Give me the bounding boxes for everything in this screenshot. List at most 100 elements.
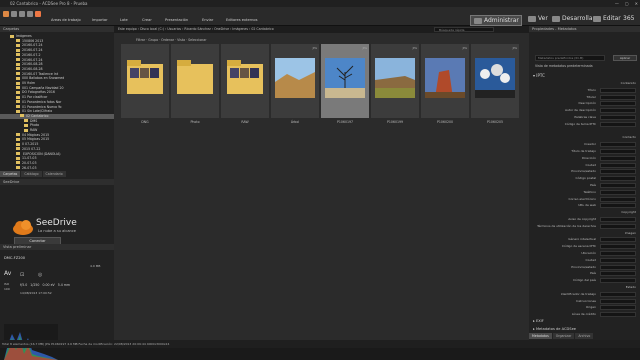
record-icon[interactable] xyxy=(35,11,41,17)
metadata-field-input[interactable] xyxy=(600,305,636,311)
metadata-field-input[interactable] xyxy=(600,271,636,277)
file-type-badge: JPG xyxy=(312,47,317,50)
menu-presentacion[interactable]: Presentación xyxy=(165,18,188,22)
thumbnail-item[interactable]: JPG Árbol xyxy=(271,44,319,132)
metadata-field-input[interactable] xyxy=(600,176,636,182)
thumbnail-cell: JPG xyxy=(471,44,519,118)
metadata-field-input[interactable] xyxy=(600,101,636,107)
menu-editores[interactable]: Editores externos xyxy=(226,18,257,22)
metadata-field-input[interactable] xyxy=(600,196,636,202)
status-bar: Total 8 elementos (16.7 MB) JPG P1060197… xyxy=(0,340,640,348)
metadata-field-input[interactable] xyxy=(600,189,636,195)
wb-icon: ◎ xyxy=(38,272,43,278)
thumbnail-item[interactable]: Photo xyxy=(171,44,219,132)
metadata-field-input[interactable] xyxy=(600,203,636,209)
metadata-field-label: Términos de utilización de los derechos xyxy=(537,223,596,228)
folder-icon xyxy=(16,137,20,141)
thumbnail-item[interactable]: RAW xyxy=(221,44,269,132)
folder-item[interactable]: 26-07-03 xyxy=(6,166,36,171)
mode-administrar[interactable]: Administrar xyxy=(470,15,522,26)
metadata-field-input[interactable] xyxy=(600,264,636,270)
metadata-field-label: Estado xyxy=(625,285,636,289)
tab-organizar[interactable]: Organizar xyxy=(552,333,575,339)
metadata-field-input[interactable] xyxy=(600,115,636,120)
metadata-field-input[interactable] xyxy=(600,237,636,243)
back-icon[interactable] xyxy=(19,11,25,17)
thumbnail-cell xyxy=(171,44,219,118)
metadata-preset-select[interactable]: Metadatos predefinidos (ID-M) xyxy=(535,55,605,61)
close-button[interactable]: ✕ xyxy=(635,0,638,7)
metadata-field-input[interactable] xyxy=(600,108,636,114)
thumbnail-item[interactable]: DNG xyxy=(121,44,169,132)
tab-carpetas[interactable]: Carpetas xyxy=(0,171,21,177)
metadata-field-input[interactable] xyxy=(600,169,636,175)
metadata-field-input[interactable] xyxy=(600,155,636,161)
folder-label: 20160-08-28 xyxy=(22,66,43,71)
tab-calendario[interactable]: Calendario xyxy=(42,171,66,177)
maximize-button[interactable]: ▢ xyxy=(625,0,629,7)
section-iptc[interactable]: ▾ IPTC xyxy=(533,73,545,78)
thumbnail-item[interactable]: JPG P1060197 xyxy=(321,44,369,132)
filter-filtrar[interactable]: Filtrar xyxy=(136,38,145,42)
metadata-field-label: País xyxy=(590,271,596,276)
window-controls: — ▢ ✕ xyxy=(615,0,638,7)
metadata-field-input[interactable] xyxy=(600,217,636,222)
folder-icon[interactable] xyxy=(11,11,17,17)
metadata-field-label: Imagen xyxy=(624,230,636,235)
properties-panel: Propiedades - Metadatos Metadatos predef… xyxy=(529,26,640,340)
thumbnail-item[interactable]: JPG P1060199 xyxy=(371,44,419,132)
metadata-field-input[interactable] xyxy=(600,257,636,263)
metadata-field-label: Autor de descripción xyxy=(564,108,596,113)
iso-label: ISO xyxy=(4,282,10,286)
metadata-field-input[interactable] xyxy=(600,87,636,93)
section-acdsee[interactable]: ▸ Metadatos de ACDSee xyxy=(533,327,576,331)
menu-crear[interactable]: Crear xyxy=(142,18,152,22)
metadata-field-label: Palabras clave xyxy=(574,115,596,119)
metadata-field-input[interactable] xyxy=(600,312,636,318)
app-icon[interactable] xyxy=(3,11,9,17)
menu-enviar[interactable]: Enviar xyxy=(202,18,213,22)
metadata-field-label: Título de trabajo xyxy=(571,149,596,153)
filter-ordenar[interactable]: Ordenar xyxy=(161,38,174,42)
filter-seleccionar[interactable]: Seleccionar xyxy=(188,38,206,42)
filter-grupo[interactable]: Grupo xyxy=(148,38,158,42)
mode-editar[interactable]: Editar xyxy=(593,15,621,22)
mode-desarrollar[interactable]: Desarrollar xyxy=(552,15,595,22)
forward-icon[interactable] xyxy=(27,11,33,17)
metadata-field-input[interactable] xyxy=(600,162,636,168)
mode-ver[interactable]: Ver xyxy=(528,15,548,22)
metadata-field-input[interactable] xyxy=(600,121,636,127)
tab-metadatos[interactable]: Metadatos xyxy=(529,333,552,339)
quick-search-input[interactable]: Búsqueda rápida xyxy=(434,27,494,32)
minimize-button[interactable]: — xyxy=(615,0,619,7)
filter-vista[interactable]: Vista xyxy=(177,38,185,42)
metadata-field-label: Titular xyxy=(586,94,596,99)
section-exif[interactable]: ▸ EXIF xyxy=(533,319,544,323)
thumbnail-item[interactable]: JPG P1060205 xyxy=(471,44,519,132)
mode-365[interactable]: 365 xyxy=(623,15,634,22)
metadata-field-input[interactable] xyxy=(600,298,636,304)
thumbnail-item[interactable]: JPG P1060200 xyxy=(421,44,469,132)
metadata-field-input[interactable] xyxy=(600,291,636,297)
menu-areas[interactable]: Areas de trabajo xyxy=(51,18,81,22)
metadata-field-input[interactable] xyxy=(600,142,636,148)
metadata-field-input[interactable] xyxy=(600,223,636,229)
tab-catalogo[interactable]: Catálogo xyxy=(21,171,42,177)
tab-archivo[interactable]: Archivo xyxy=(575,333,594,339)
metadata-field-input[interactable] xyxy=(600,278,636,284)
metadata-field-input[interactable] xyxy=(600,244,636,250)
apply-button[interactable]: Aplicar xyxy=(613,55,637,61)
metadata-field-input[interactable] xyxy=(600,149,636,154)
menu-lote[interactable]: Lote xyxy=(120,18,128,22)
metadata-field-label: Creador xyxy=(584,142,596,147)
metadata-field-input[interactable] xyxy=(600,251,636,256)
exposure-values: f/5.0 1/250 0.00 eV 5.4 mm xyxy=(20,283,71,287)
metadata-field-label: URL de web xyxy=(578,203,596,208)
metadata-field-input[interactable] xyxy=(600,94,636,100)
metadata-field-input[interactable] xyxy=(600,183,636,188)
seedrive-subtitle: La nube a su alcance xyxy=(38,229,77,233)
metadata-view-select[interactable]: Vista de metadatos predeterminada xyxy=(535,64,593,68)
folder-label: Imágenes xyxy=(16,34,32,38)
thumbnail-image xyxy=(375,58,415,98)
menu-importar[interactable]: Importar xyxy=(92,18,108,22)
